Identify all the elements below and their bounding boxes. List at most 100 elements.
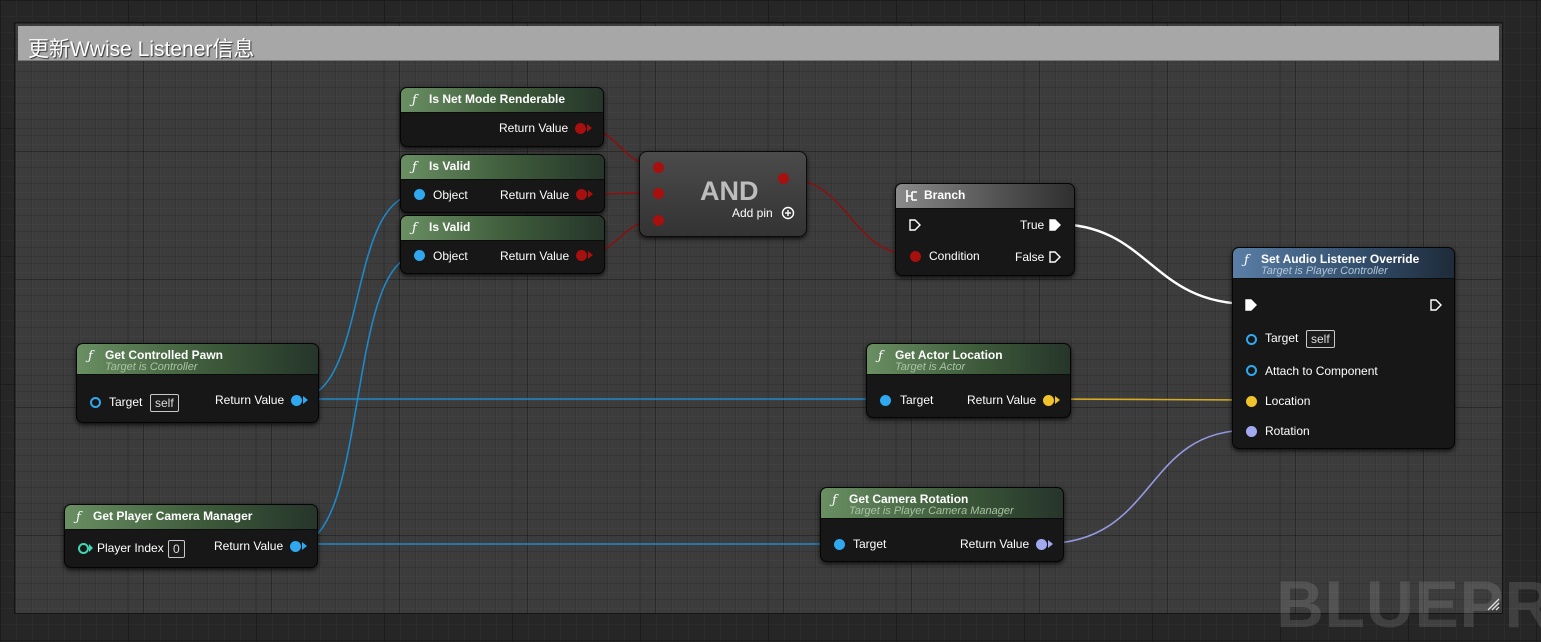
- attach-to-component-pin[interactable]: [1246, 365, 1257, 376]
- false-label: False: [1015, 250, 1045, 264]
- pin-arrow-icon: [303, 396, 308, 404]
- target-self-field[interactable]: self: [1306, 330, 1335, 348]
- node-title: Get Actor Location: [895, 348, 1003, 362]
- pin-arrow-icon: [587, 124, 592, 132]
- node-is-valid-1[interactable]: ƒ Is Valid Object Return Value: [400, 154, 605, 213]
- node-subtitle: Target is Actor: [895, 361, 966, 373]
- target-label: Target: [109, 395, 143, 409]
- rotation-label: Rotation: [1265, 424, 1310, 438]
- and-input-pin-a[interactable]: [653, 162, 664, 173]
- player-index-pin[interactable]: [78, 543, 89, 554]
- node-subtitle: Target is Controller: [105, 361, 198, 373]
- node-header[interactable]: ƒ Get Player Camera Manager: [65, 505, 317, 530]
- return-value-pin[interactable]: [576, 189, 587, 200]
- node-title: Get Controlled Pawn: [105, 348, 224, 362]
- function-icon: ƒ: [76, 510, 81, 525]
- location-label: Location: [1265, 394, 1311, 408]
- return-value-label: Return Value: [499, 121, 569, 135]
- return-value-pin[interactable]: [1043, 395, 1054, 406]
- node-header[interactable]: ƒ Set Audio Listener Override Target is …: [1233, 248, 1454, 279]
- object-input-pin[interactable]: [414, 250, 425, 261]
- pin-arrow-icon: [1055, 396, 1060, 404]
- condition-label: Condition: [929, 249, 980, 263]
- node-header[interactable]: ƒ Is Valid: [401, 155, 604, 180]
- return-value-pin[interactable]: [290, 541, 301, 552]
- return-value-label: Return Value: [215, 393, 285, 407]
- node-is-valid-2[interactable]: ƒ Is Valid Object Return Value: [400, 215, 605, 274]
- node-header[interactable]: ƒ Get Actor Location Target is Actor: [867, 344, 1070, 375]
- pin-arrow-icon: [1048, 540, 1053, 548]
- and-input-pin-b[interactable]: [653, 188, 664, 199]
- target-pin[interactable]: [1246, 334, 1257, 345]
- node-subtitle: Target is Player Controller: [1261, 265, 1388, 277]
- target-label: Target: [1265, 331, 1299, 345]
- function-icon: ƒ: [412, 221, 417, 236]
- return-value-label: Return Value: [214, 539, 284, 553]
- return-value-pin[interactable]: [576, 250, 587, 261]
- node-set-audio-listener-override[interactable]: ƒ Set Audio Listener Override Target is …: [1232, 247, 1455, 449]
- condition-pin[interactable]: [910, 251, 921, 262]
- node-title: Branch: [924, 188, 966, 202]
- function-icon: ƒ: [1244, 253, 1249, 268]
- node-header[interactable]: Branch: [896, 184, 1074, 209]
- node-header[interactable]: ƒ Get Controlled Pawn Target is Controll…: [77, 344, 318, 375]
- target-pin[interactable]: [834, 539, 845, 550]
- false-exec-pin[interactable]: [1049, 251, 1061, 263]
- target-label: Target: [900, 393, 934, 407]
- player-index-field[interactable]: 0: [168, 540, 185, 558]
- exec-input-pin[interactable]: [1245, 299, 1257, 311]
- return-value-pin[interactable]: [291, 395, 302, 406]
- target-pin[interactable]: [880, 395, 891, 406]
- object-input-pin[interactable]: [414, 189, 425, 200]
- node-title: Is Valid: [429, 159, 471, 173]
- node-get-camera-rotation[interactable]: ƒ Get Camera Rotation Target is Player C…: [820, 487, 1064, 562]
- true-label: True: [1020, 218, 1045, 232]
- node-header[interactable]: ƒ Is Net Mode Renderable: [401, 88, 603, 113]
- true-exec-pin[interactable]: [1049, 219, 1061, 231]
- return-value-pin[interactable]: [575, 123, 586, 134]
- location-pin[interactable]: [1246, 396, 1257, 407]
- node-get-actor-location[interactable]: ƒ Get Actor Location Target is Actor Tar…: [866, 343, 1071, 418]
- node-and[interactable]: AND Add pin: [639, 151, 807, 237]
- return-value-label: Return Value: [967, 393, 1037, 407]
- node-title: Is Valid: [429, 220, 471, 234]
- node-subtitle: Target is Player Camera Manager: [849, 505, 1014, 517]
- function-icon: ƒ: [878, 349, 883, 364]
- add-pin-label: Add pin: [732, 206, 773, 220]
- return-value-label: Return Value: [500, 188, 570, 202]
- node-is-net-mode-renderable[interactable]: ƒ Is Net Mode Renderable Return Value: [400, 87, 604, 147]
- and-output-pin[interactable]: [778, 173, 789, 184]
- pin-arrow-icon: [588, 251, 593, 259]
- player-index-label: Player Index: [97, 541, 164, 555]
- node-branch[interactable]: Branch True Condition False: [895, 183, 1075, 276]
- exec-output-pin[interactable]: [1430, 299, 1442, 311]
- node-header[interactable]: ƒ Get Camera Rotation Target is Player C…: [821, 488, 1063, 519]
- node-get-player-camera-manager[interactable]: ƒ Get Player Camera Manager Player Index…: [64, 504, 318, 568]
- pin-arrow-icon: [588, 190, 593, 198]
- return-value-label: Return Value: [960, 537, 1030, 551]
- target-self-field[interactable]: self: [150, 394, 179, 412]
- node-header[interactable]: ƒ Is Valid: [401, 216, 604, 241]
- node-title: Is Net Mode Renderable: [429, 92, 566, 106]
- and-input-pin-c[interactable]: [653, 215, 664, 226]
- wire-location-to-set: [1047, 398, 1251, 401]
- function-icon: ƒ: [412, 160, 417, 175]
- node-title: Set Audio Listener Override: [1261, 252, 1420, 266]
- add-pin-icon[interactable]: [781, 206, 795, 220]
- node-title: Get Player Camera Manager: [93, 509, 253, 523]
- node-title: Get Camera Rotation: [849, 492, 969, 506]
- exec-input-pin[interactable]: [909, 219, 921, 231]
- and-title: AND: [700, 176, 759, 206]
- object-label: Object: [433, 188, 468, 202]
- object-label: Object: [433, 249, 468, 263]
- rotation-pin[interactable]: [1246, 426, 1257, 437]
- branch-icon: [906, 190, 917, 202]
- return-value-pin[interactable]: [1036, 539, 1047, 550]
- function-icon: ƒ: [88, 349, 93, 364]
- node-get-controlled-pawn[interactable]: ƒ Get Controlled Pawn Target is Controll…: [76, 343, 319, 423]
- wire-branch-true-to-set: [1054, 222, 1251, 306]
- target-pin[interactable]: [90, 397, 101, 408]
- pin-arrow-icon: [302, 542, 307, 550]
- return-value-label: Return Value: [500, 249, 570, 263]
- function-icon: ƒ: [832, 493, 837, 508]
